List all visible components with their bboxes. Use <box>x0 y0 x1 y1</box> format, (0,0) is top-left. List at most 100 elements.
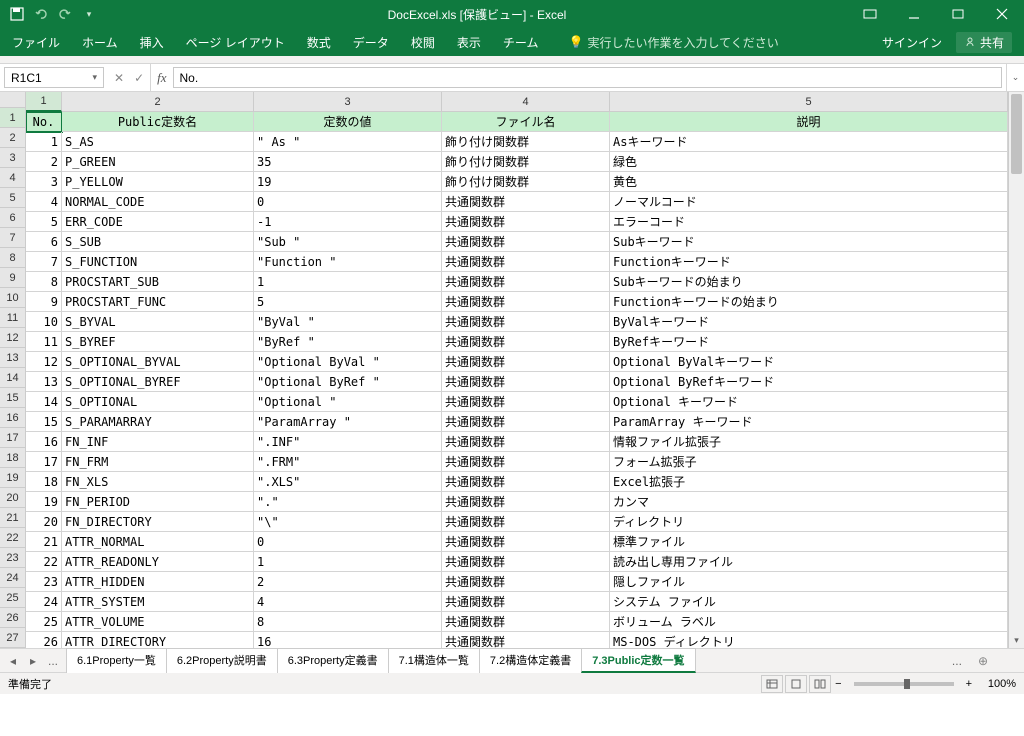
cell[interactable]: ERR_CODE <box>62 212 254 232</box>
cell[interactable]: ボリューム ラベル <box>610 612 1008 632</box>
row-header[interactable]: 27 <box>0 628 26 648</box>
formula-expand-icon[interactable]: ⌄ <box>1006 64 1024 91</box>
cell[interactable]: S_FUNCTION <box>62 252 254 272</box>
cell[interactable]: 共通関数群 <box>442 572 610 592</box>
cell[interactable]: 10 <box>26 312 62 332</box>
cell[interactable]: 8 <box>254 612 442 632</box>
cell[interactable]: 標準ファイル <box>610 532 1008 552</box>
row-header[interactable]: 1 <box>0 108 26 128</box>
cell[interactable]: S_BYVAL <box>62 312 254 332</box>
cell[interactable]: ".FRM" <box>254 452 442 472</box>
row-header[interactable]: 18 <box>0 448 26 468</box>
cell[interactable]: Functionキーワード <box>610 252 1008 272</box>
cell[interactable]: ParamArray キーワード <box>610 412 1008 432</box>
zoom-slider[interactable] <box>854 682 954 686</box>
zoom-percentage[interactable]: 100% <box>976 678 1016 690</box>
tab-page-layout[interactable]: ページ レイアウト <box>186 34 285 51</box>
cell[interactable]: 共通関数群 <box>442 412 610 432</box>
column-header[interactable]: 1 <box>26 92 62 112</box>
cell[interactable]: 20 <box>26 512 62 532</box>
zoom-thumb[interactable] <box>904 679 910 689</box>
cell[interactable]: 飾り付け関数群 <box>442 132 610 152</box>
cell[interactable]: NORMAL_CODE <box>62 192 254 212</box>
table-header-cell[interactable]: 説明 <box>610 112 1008 132</box>
cell[interactable]: P_YELLOW <box>62 172 254 192</box>
cell[interactable]: PROCSTART_FUNC <box>62 292 254 312</box>
cell[interactable]: "Sub " <box>254 232 442 252</box>
cell[interactable]: 23 <box>26 572 62 592</box>
cell[interactable]: 読み出し専用ファイル <box>610 552 1008 572</box>
cell[interactable]: 25 <box>26 612 62 632</box>
cell[interactable]: P_GREEN <box>62 152 254 172</box>
tab-view[interactable]: 表示 <box>457 34 481 51</box>
tab-data[interactable]: データ <box>353 34 389 51</box>
cell[interactable]: "Optional ByRef " <box>254 372 442 392</box>
row-header[interactable]: 5 <box>0 188 26 208</box>
cell[interactable]: 15 <box>26 412 62 432</box>
cell[interactable]: 共通関数群 <box>442 252 610 272</box>
sheet-tab[interactable]: 7.2構造体定義書 <box>479 648 582 673</box>
row-header[interactable]: 11 <box>0 308 26 328</box>
tab-nav-ellipsis[interactable]: ... <box>46 654 60 668</box>
tab-review[interactable]: 校閲 <box>411 34 435 51</box>
maximize-button[interactable] <box>936 0 980 28</box>
cell[interactable]: S_BYREF <box>62 332 254 352</box>
row-header[interactable]: 17 <box>0 428 26 448</box>
cell[interactable]: "Optional ByVal " <box>254 352 442 372</box>
zoom-in-button[interactable]: + <box>962 678 976 690</box>
vertical-scrollbar[interactable]: ▴ ▾ <box>1008 92 1024 648</box>
cell[interactable]: 飾り付け関数群 <box>442 172 610 192</box>
cell[interactable]: 2 <box>254 572 442 592</box>
cell[interactable]: 0 <box>254 192 442 212</box>
cell[interactable]: Excel拡張子 <box>610 472 1008 492</box>
cell[interactable]: 2 <box>26 152 62 172</box>
cell[interactable]: "Function " <box>254 252 442 272</box>
cell[interactable]: "Optional " <box>254 392 442 412</box>
row-header[interactable]: 8 <box>0 248 26 268</box>
table-header-cell[interactable]: No. <box>26 112 62 132</box>
row-header[interactable]: 14 <box>0 368 26 388</box>
cell[interactable]: 共通関数群 <box>442 552 610 572</box>
zoom-out-button[interactable]: − <box>831 678 845 690</box>
cell[interactable]: "." <box>254 492 442 512</box>
cell[interactable]: 4 <box>26 192 62 212</box>
qat-dropdown-icon[interactable]: ▾ <box>80 5 98 23</box>
cell[interactable]: S_SUB <box>62 232 254 252</box>
cell[interactable]: 26 <box>26 632 62 648</box>
cell[interactable]: 共通関数群 <box>442 492 610 512</box>
cell[interactable]: 1 <box>254 272 442 292</box>
cell[interactable]: 共通関数群 <box>442 532 610 552</box>
ribbon-display-icon[interactable] <box>848 0 892 28</box>
row-header[interactable]: 9 <box>0 268 26 288</box>
cell[interactable]: " As " <box>254 132 442 152</box>
scroll-thumb[interactable] <box>1011 94 1022 174</box>
cell[interactable]: FN_FRM <box>62 452 254 472</box>
save-icon[interactable] <box>8 5 26 23</box>
cell[interactable]: 13 <box>26 372 62 392</box>
cell[interactable]: S_OPTIONAL <box>62 392 254 412</box>
cell[interactable]: S_OPTIONAL_BYREF <box>62 372 254 392</box>
scroll-down-icon[interactable]: ▾ <box>1009 632 1024 648</box>
cell[interactable]: 14 <box>26 392 62 412</box>
cell[interactable]: ATTR_NORMAL <box>62 532 254 552</box>
cell[interactable]: 共通関数群 <box>442 452 610 472</box>
table-header-cell[interactable]: ファイル名 <box>442 112 610 132</box>
column-header[interactable]: 2 <box>62 92 254 112</box>
cell[interactable]: ATTR_HIDDEN <box>62 572 254 592</box>
row-header[interactable]: 24 <box>0 568 26 588</box>
cell[interactable]: 共通関数群 <box>442 332 610 352</box>
name-box-dropdown-icon[interactable]: ▾ <box>92 72 97 83</box>
row-header[interactable]: 6 <box>0 208 26 228</box>
cell[interactable]: 1 <box>26 132 62 152</box>
cell[interactable]: 19 <box>26 492 62 512</box>
row-header[interactable]: 22 <box>0 528 26 548</box>
cell[interactable]: ATTR_SYSTEM <box>62 592 254 612</box>
cell[interactable]: 共通関数群 <box>442 352 610 372</box>
share-button[interactable]: 共有 <box>956 32 1012 53</box>
cell[interactable]: Subキーワードの始まり <box>610 272 1008 292</box>
row-header[interactable]: 10 <box>0 288 26 308</box>
cell[interactable]: ATTR_VOLUME <box>62 612 254 632</box>
sheet-tab[interactable]: 7.1構造体一覧 <box>388 648 480 673</box>
cell[interactable]: 4 <box>254 592 442 612</box>
cell[interactable]: ディレクトリ <box>610 512 1008 532</box>
